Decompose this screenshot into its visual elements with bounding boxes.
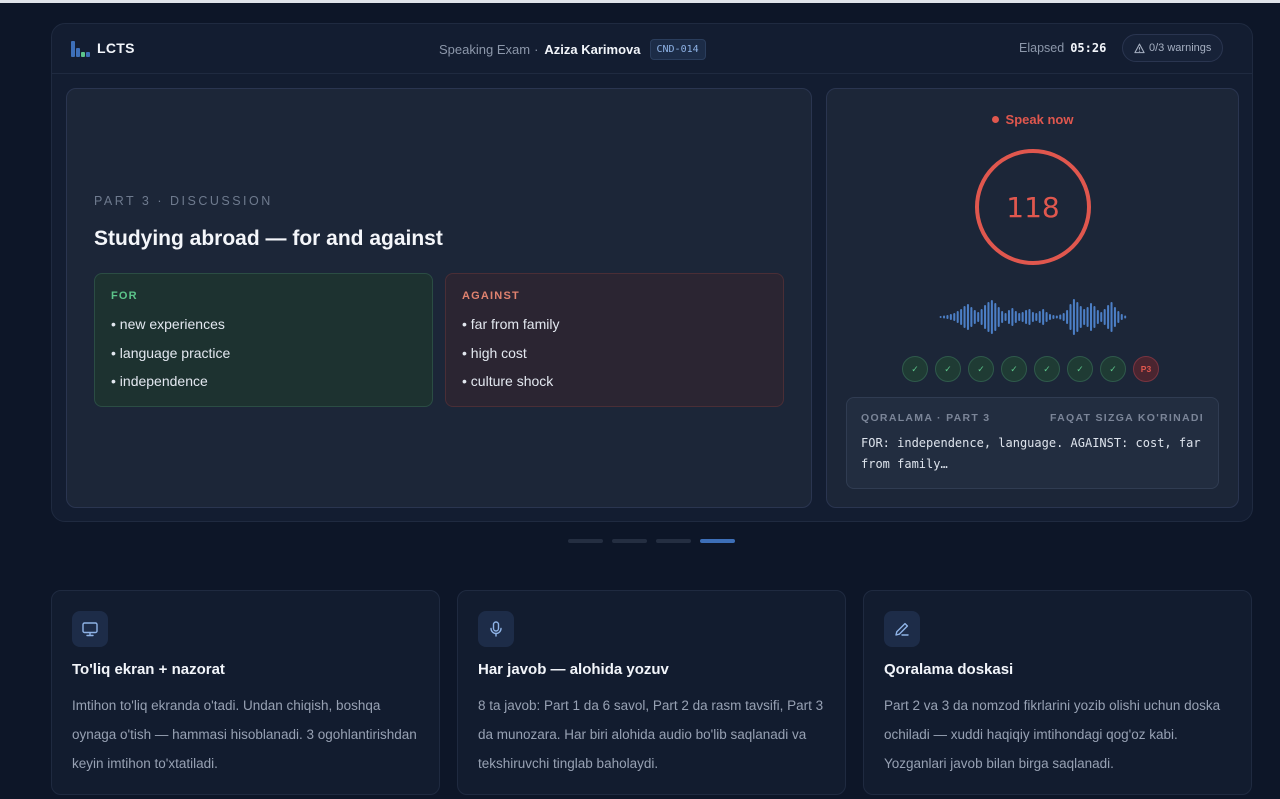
separator: · [534,42,539,57]
candidate-name: Aziza Karimova [544,42,641,57]
against-title: AGAINST [462,290,520,302]
part-label: PART 3 · DISCUSSION [94,194,273,208]
draft-text[interactable]: FOR: independence, language. AGAINST: co… [861,433,1204,475]
feature-description: Imtihon to'liq ekranda o'tadi. Undan chi… [72,698,417,771]
feature-title: Qoralama doskasi [884,661,1014,678]
against-item: • high cost [462,344,527,361]
carousel-dot[interactable] [568,539,603,543]
recording-status: Speak now [827,112,1238,127]
feature-card: Qoralama doskasi Part 2 va 3 da nomzod f… [863,590,1252,795]
brand: LCTS [71,39,135,57]
recording-status-label: Speak now [1005,112,1074,127]
draft-board[interactable]: QORALAMA · PART 3 FAQAT SIZGA KO'RINADI … [846,397,1219,489]
session-info: Speaking Exam · Aziza Karimova CND-014 [439,39,706,60]
feature-description: 8 ta javob: Part 1 da 6 savol, Part 2 da… [478,698,824,771]
against-column: AGAINST • far from family • high cost • … [445,273,784,407]
carousel-dot[interactable] [656,539,691,543]
carousel-indicators [568,539,735,543]
feature-card: Har javob — alohida yozuv 8 ta javob: Pa… [457,590,846,795]
browser-top-edge [0,0,1280,3]
feature-title: Har javob — alohida yozuv [478,661,669,678]
current-part-indicator: P3 [1133,356,1159,382]
recording-dot-icon [991,116,999,123]
question-panel: PART 3 · DISCUSSION Studying abroad — fo… [66,88,812,508]
answer-done-check-icon: ✓ [968,356,994,382]
pencil-icon [884,611,920,647]
for-item: • independence [111,373,208,389]
logo-bars-icon [71,39,90,57]
for-item: • new experiences [111,316,225,332]
against-item: • far from family [462,316,560,332]
elapsed-time: Elapsed 05:26 [1019,41,1106,55]
draft-visibility-note: FAQAT SIZGA KO'RINADI [1049,412,1204,424]
topic-title: Studying abroad — for and against [94,227,443,250]
answer-done-check-icon: ✓ [1034,356,1060,382]
warnings-badge[interactable]: 0/3 warnings [1122,34,1224,62]
brand-name: LCTS [97,40,135,56]
exam-type-label: Speaking Exam [439,42,531,57]
answer-progress: ✓ ✓ ✓ ✓ ✓ ✓ ✓ P3 [902,356,1159,382]
for-title: FOR [111,290,138,302]
monitor-icon [72,611,108,647]
carousel-dot[interactable] [612,539,647,543]
feature-description: Part 2 va 3 da nomzod fikrlarini yozib o… [884,698,1221,771]
candidate-id-badge: CND-014 [649,39,706,60]
warnings-label: 0/3 warnings [1149,42,1212,54]
answer-done-check-icon: ✓ [1100,356,1126,382]
exam-header: LCTS Speaking Exam · Aziza Karimova CND-… [52,24,1252,74]
answer-done-check-icon: ✓ [935,356,961,382]
recorder-panel: Speak now 118 ✓ ✓ ✓ ✓ ✓ ✓ ✓ P3 QORALAMA … [826,88,1239,508]
for-item: • language practice [111,344,231,361]
countdown-ring: 118 [975,149,1091,265]
answer-done-check-icon: ✓ [1001,356,1027,382]
exam-window: LCTS Speaking Exam · Aziza Karimova CND-… [51,23,1253,522]
microphone-icon [478,611,514,647]
answer-done-check-icon: ✓ [1067,356,1093,382]
carousel-dot-active[interactable] [700,539,735,543]
answer-done-check-icon: ✓ [902,356,928,382]
draft-header: QORALAMA · PART 3 FAQAT SIZGA KO'RINADI [861,412,1204,424]
draft-title: QORALAMA · PART 3 [861,412,991,424]
for-column: FOR • new experiences • language practic… [94,273,433,407]
audio-waveform [939,299,1127,335]
elapsed-label: Elapsed [1019,41,1065,55]
feature-card: To'liq ekran + nazorat Imtihon to'liq ek… [51,590,440,795]
countdown-seconds: 118 [1006,190,1060,224]
elapsed-value: 05:26 [1070,41,1107,55]
warning-triangle-icon [1134,43,1145,53]
feature-title: To'liq ekran + nazorat [72,661,225,678]
against-item: • culture shock [462,373,554,389]
